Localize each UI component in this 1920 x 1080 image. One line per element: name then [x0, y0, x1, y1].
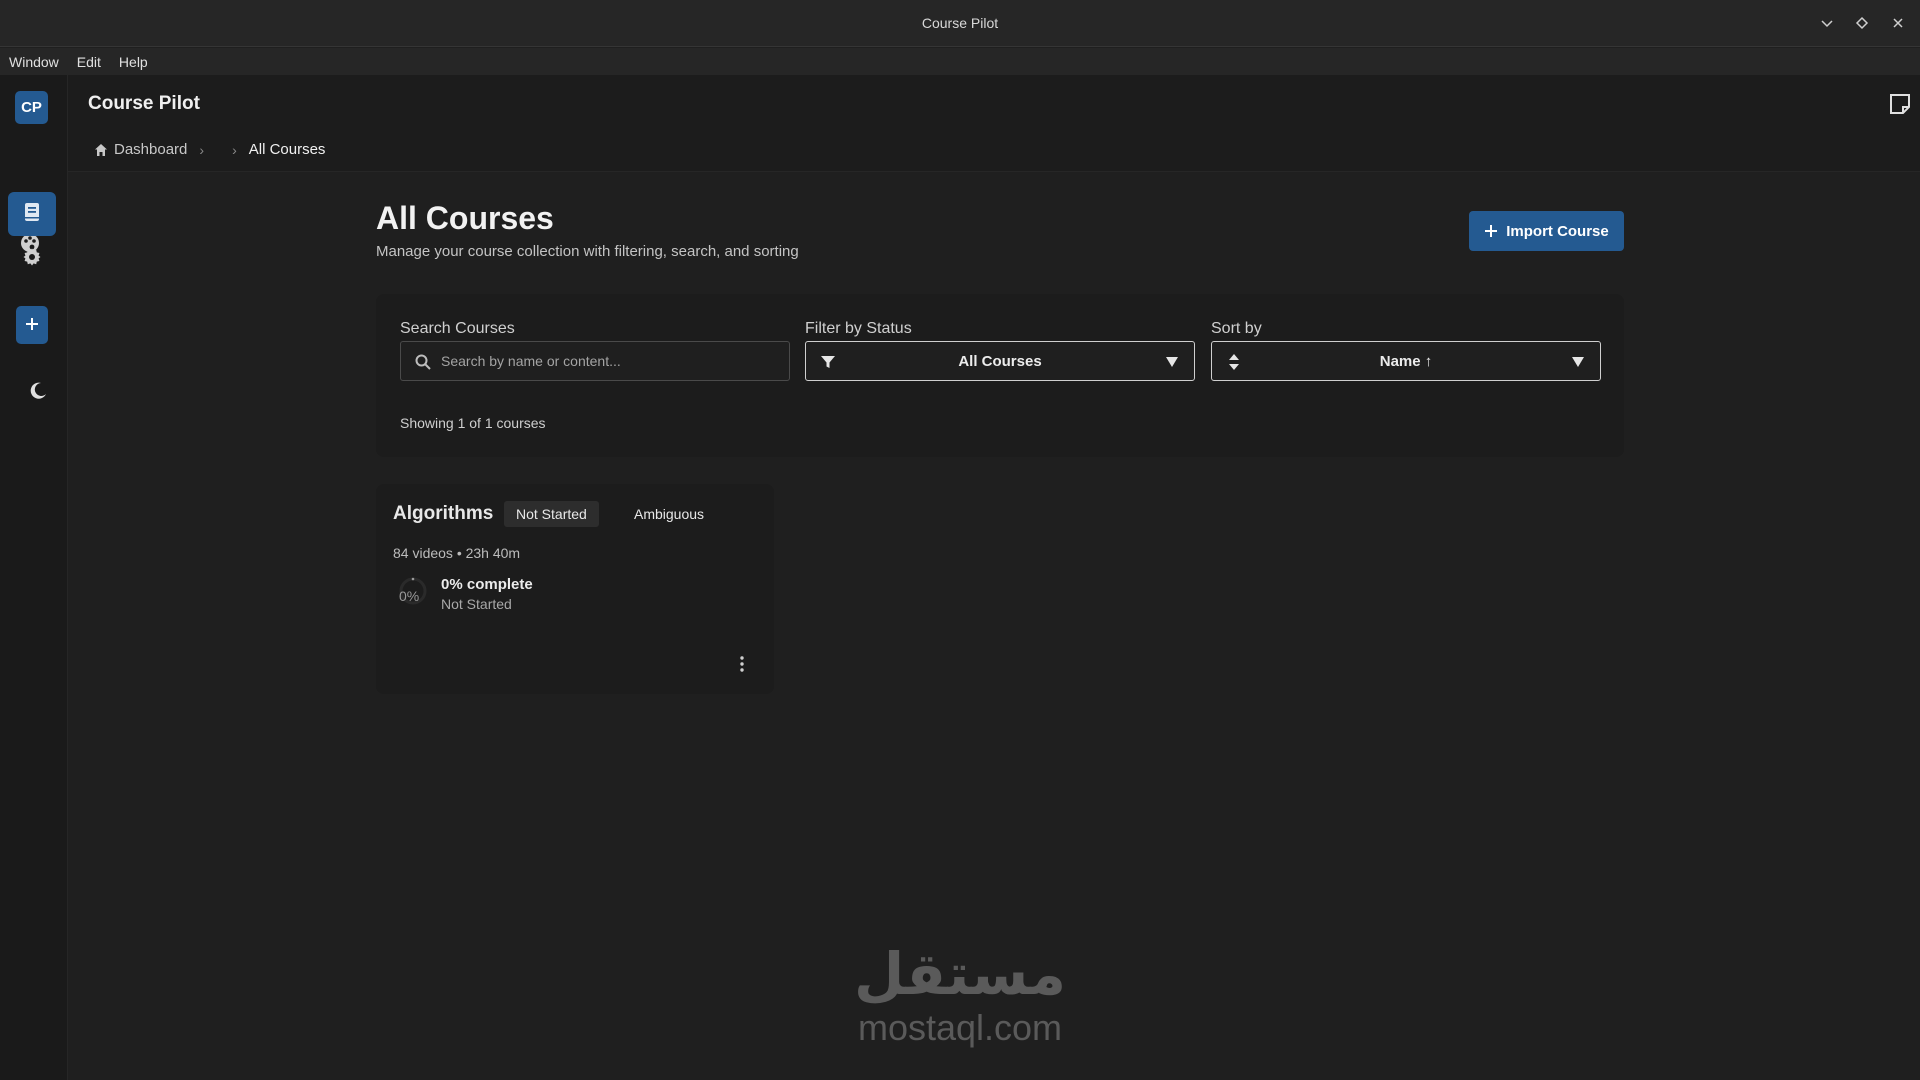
- title-bar: Course Pilot: [0, 0, 1920, 47]
- menu-help[interactable]: Help: [119, 54, 148, 70]
- sidebar: CP: [0, 75, 68, 1080]
- search-input[interactable]: Search by name or content...: [400, 341, 790, 381]
- header: Course Pilot Dashboard › › All Courses: [68, 75, 1920, 172]
- home-icon: [94, 143, 108, 157]
- import-course-button[interactable]: Import Course: [1469, 211, 1624, 251]
- course-card[interactable]: Algorithms Not Started Ambiguous 84 vide…: [376, 484, 774, 694]
- minimize-icon[interactable]: [1816, 12, 1838, 34]
- sidebar-item-courses[interactable]: [8, 192, 56, 236]
- course-title: Algorithms: [393, 503, 494, 524]
- gear-icon: [22, 247, 42, 272]
- theme-toggle-button[interactable]: [14, 371, 62, 415]
- menu-bar: Window Edit Help: [0, 48, 1920, 75]
- import-course-label: Import Course: [1506, 222, 1609, 240]
- moon-icon: [28, 381, 48, 406]
- plus-icon: [24, 311, 40, 339]
- window-title: Course Pilot: [921, 15, 999, 31]
- watermark-logo: مستقل: [853, 940, 1067, 1008]
- page-title: All Courses: [376, 200, 554, 236]
- menu-edit[interactable]: Edit: [77, 54, 101, 70]
- course-meta: 84 videos • 23h 40m: [393, 545, 521, 561]
- sort-value: Name ↑: [1379, 353, 1433, 370]
- sort-select[interactable]: Name ↑: [1211, 341, 1601, 381]
- progress-status: Not Started: [441, 596, 512, 612]
- menu-window[interactable]: Window: [9, 54, 59, 70]
- status-filter-label: Filter by Status: [805, 320, 912, 337]
- app-logo[interactable]: CP: [15, 91, 48, 124]
- watermark-text: mostaql.com: [857, 1007, 1063, 1048]
- plus-icon: [1484, 224, 1498, 238]
- book-icon: [23, 202, 41, 227]
- sidebar-item-settings[interactable]: [8, 237, 56, 281]
- app-title: Course Pilot: [88, 93, 200, 114]
- watermark: مستقل mostaql.com: [840, 945, 1080, 1049]
- close-icon[interactable]: [1887, 12, 1909, 34]
- status-badge: Not Started: [504, 501, 599, 527]
- status-filter-value: All Courses: [958, 353, 1042, 370]
- search-label: Search Courses: [400, 320, 515, 337]
- progress-percent: 0%: [399, 588, 420, 604]
- caret-down-icon: [1162, 352, 1182, 372]
- maximize-icon[interactable]: [1851, 12, 1873, 34]
- breadcrumb-dashboard[interactable]: Dashboard: [114, 141, 187, 158]
- more-options-icon[interactable]: [734, 654, 750, 674]
- progress-label: 0% complete: [441, 576, 533, 593]
- chevron-right-icon: ›: [199, 141, 205, 158]
- breadcrumb-current: All Courses: [248, 141, 326, 158]
- filter-panel: Search Courses Search by name or content…: [376, 294, 1624, 457]
- notes-icon[interactable]: [1888, 92, 1912, 116]
- breadcrumb: Dashboard › › All Courses: [94, 141, 325, 158]
- caret-down-icon: [1568, 352, 1588, 372]
- chevron-right-icon: ›: [232, 141, 237, 158]
- results-count: Showing 1 of 1 courses: [400, 415, 546, 431]
- page-subtitle: Manage your course collection with filte…: [376, 243, 799, 260]
- sort-label: Sort by: [1211, 320, 1262, 337]
- tag-badge: Ambiguous: [622, 501, 717, 527]
- search-icon: [413, 352, 433, 372]
- search-placeholder: Search by name or content...: [441, 353, 621, 369]
- status-filter-select[interactable]: All Courses: [805, 341, 1195, 381]
- add-course-button[interactable]: [16, 306, 48, 344]
